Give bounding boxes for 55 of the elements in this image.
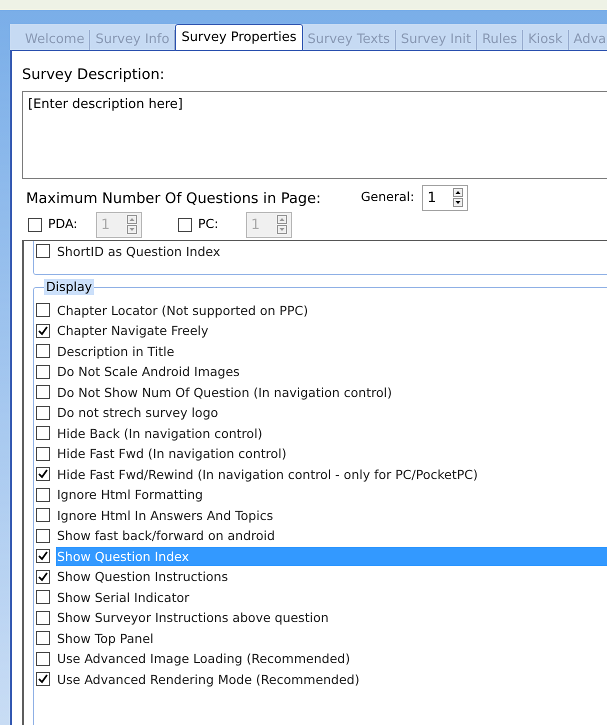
checkmark-icon	[38, 572, 48, 582]
field-label: General:	[360, 188, 414, 206]
option-label[interactable]: Show Question Instructions	[56, 567, 607, 586]
field-label: PDA:	[48, 215, 78, 234]
option-label[interactable]: Use Advanced Image Loading (Recommended)	[56, 649, 607, 668]
checkbox[interactable]	[36, 590, 50, 604]
number-spinner[interactable]: 1	[422, 184, 468, 211]
checkbox[interactable]	[36, 324, 50, 338]
section-label: Maximum Number Of Questions in Page:	[26, 190, 321, 209]
up-arrow-icon[interactable]	[453, 188, 464, 198]
option-label[interactable]: Ignore Html Formatting	[56, 485, 607, 504]
option-label[interactable]: Do not strech survey logo	[56, 403, 607, 422]
section-label: Survey Description:	[22, 66, 166, 85]
option-label[interactable]: Chapter Navigate Freely	[56, 321, 607, 340]
checkbox[interactable]	[36, 467, 50, 481]
option-label[interactable]: Use Advanced Rendering Mode (Recommended)	[56, 670, 607, 688]
checkbox[interactable]	[36, 672, 50, 686]
option-label[interactable]: Show Surveyor Instructions above question	[56, 608, 607, 627]
checkbox[interactable]	[36, 446, 50, 460]
checkbox[interactable]	[36, 488, 50, 502]
tab[interactable]: Survey Properties	[175, 24, 302, 50]
option-label[interactable]: ShortID as Question Index	[56, 242, 607, 260]
checkbox[interactable]	[36, 508, 50, 522]
option-label[interactable]: Hide Fast Fwd (In navigation control)	[56, 444, 607, 463]
option-label[interactable]: Description in Title	[56, 342, 607, 360]
checkbox[interactable]	[36, 385, 50, 399]
checkmark-icon	[38, 326, 48, 336]
option-label[interactable]: Show Top Panel	[56, 628, 607, 648]
checkbox[interactable]	[36, 344, 50, 358]
field-label: PC:	[198, 215, 220, 234]
option-label[interactable]: Hide Back (In navigation control)	[56, 424, 607, 442]
checkmark-icon	[38, 674, 48, 684]
checkbox[interactable]	[36, 610, 50, 624]
checkbox[interactable]	[36, 303, 50, 317]
option-label[interactable]: Do Not Scale Android Images	[56, 362, 607, 381]
checkbox[interactable]	[36, 631, 50, 645]
checkbox[interactable]	[36, 528, 50, 542]
checkbox[interactable]	[36, 652, 50, 666]
option-label[interactable]: Do Not Show Num Of Question (In navigation control)	[56, 382, 607, 402]
option-label[interactable]: Show fast back/forward on android	[56, 526, 607, 545]
down-arrow-icon[interactable]	[453, 198, 464, 208]
checkmark-icon	[38, 551, 48, 561]
checkbox[interactable]	[36, 406, 50, 420]
option-label[interactable]: Show Serial Indicator	[56, 588, 607, 606]
checkbox[interactable]	[36, 244, 50, 258]
checkbox[interactable]	[36, 426, 50, 440]
checkmark-icon	[38, 469, 48, 479]
option-label[interactable]: Chapter Locator (Not supported on PPC)	[56, 300, 607, 320]
option-label[interactable]: Ignore Html In Answers And Topics	[56, 506, 607, 524]
checkbox[interactable]	[36, 364, 50, 378]
description-field[interactable]: [Enter description here]	[22, 90, 607, 179]
checkbox[interactable]	[36, 549, 50, 563]
group-title: Display	[44, 278, 94, 295]
checkbox[interactable]	[36, 570, 50, 584]
option-label[interactable]: Hide Fast Fwd/Rewind (In navigation control - only for PC/PocketPC)	[56, 464, 607, 484]
